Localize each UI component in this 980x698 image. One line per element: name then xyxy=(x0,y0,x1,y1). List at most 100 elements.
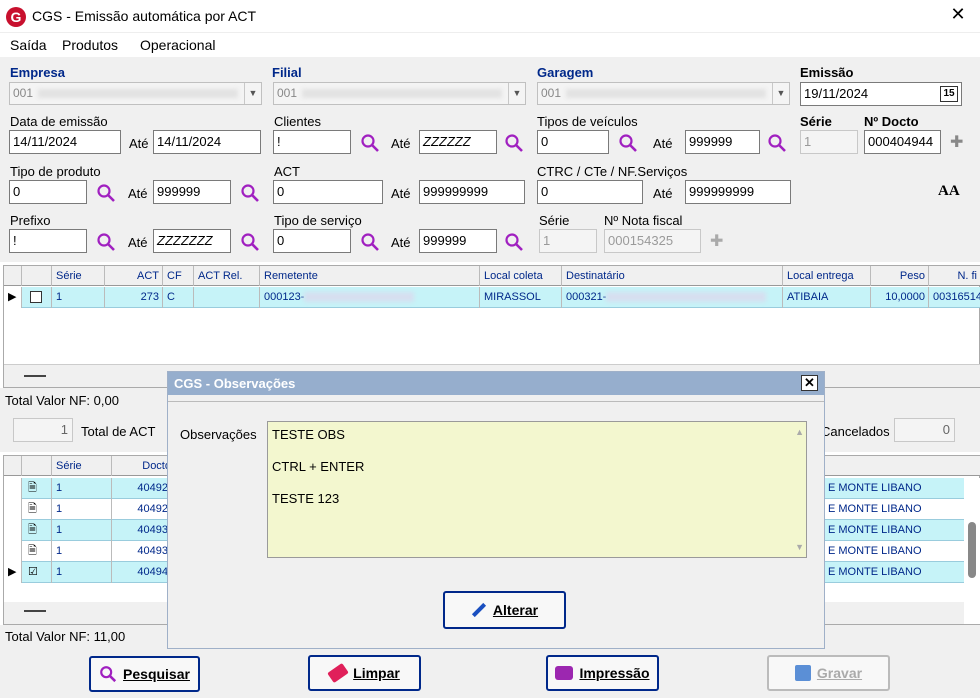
close-icon[interactable]: ✕ xyxy=(946,4,970,25)
row-indicator xyxy=(4,541,22,562)
vertical-scrollbar[interactable] xyxy=(964,478,980,624)
garagem-select[interactable]: 001 ▼ xyxy=(537,82,790,105)
prefixo-from-input[interactable]: ! xyxy=(9,229,87,253)
plus-icon[interactable]: ✚ xyxy=(950,132,963,152)
ctrc-to-input[interactable]: 999999999 xyxy=(685,180,791,204)
serie-input[interactable]: 1 xyxy=(800,130,858,154)
minus-icon[interactable] xyxy=(24,375,46,377)
cell-act-rel xyxy=(194,287,260,308)
col-remetente[interactable]: Remetente xyxy=(260,266,480,286)
col-local-entrega[interactable]: Local entrega xyxy=(783,266,871,286)
grid-col-check[interactable] xyxy=(22,266,52,286)
alterar-button[interactable]: Alterar xyxy=(443,591,566,629)
app-logo-icon: G xyxy=(6,7,26,27)
prefixo-to-input[interactable]: ZZZZZZZ xyxy=(153,229,231,253)
document-check-icon[interactable]: 🗎 xyxy=(22,520,52,541)
search-produto-from-icon[interactable] xyxy=(96,183,116,203)
clientes-to-input[interactable]: ZZZZZZ xyxy=(419,130,497,154)
col-cf[interactable]: CF xyxy=(163,266,194,286)
checked-checkbox-icon[interactable]: ☑ xyxy=(22,562,52,583)
act-to-input[interactable]: 999999999 xyxy=(419,180,525,204)
calendar-icon[interactable]: 15 xyxy=(940,86,958,102)
filial-select[interactable]: 001 ▼ xyxy=(273,82,526,105)
ate-label: Até xyxy=(653,186,673,201)
cell-local: E MONTE LIBANO xyxy=(828,524,922,536)
cell-serie: 1 xyxy=(52,562,112,583)
chevron-down-icon[interactable]: ▼ xyxy=(508,83,525,104)
document-check-icon[interactable]: 🗎 xyxy=(22,499,52,520)
dialog-close-icon[interactable]: ✕ xyxy=(801,375,818,391)
grid-col-indicator xyxy=(4,456,22,476)
search-prefixo-to-icon[interactable] xyxy=(240,232,260,252)
col-serie[interactable]: Série xyxy=(52,456,112,476)
data-emissao-from-input[interactable]: 14/11/2024 xyxy=(9,130,121,154)
col-docto[interactable]: Docto xyxy=(112,456,172,476)
empresa-select[interactable]: 001 ▼ xyxy=(9,82,262,105)
menu-produtos[interactable]: Produtos xyxy=(62,37,118,53)
serie-label: Série xyxy=(800,114,832,129)
impressao-button[interactable]: Impressão xyxy=(546,655,659,691)
col-act-rel[interactable]: ACT Rel. xyxy=(194,266,260,286)
scroll-down-icon[interactable]: ▼ xyxy=(795,542,804,552)
table-row[interactable]: ▶ 1 273 C 000123- MIRASSOL 000321- ATIBA… xyxy=(4,287,980,308)
col-act[interactable]: ACT xyxy=(105,266,163,286)
tipo-produto-from-input[interactable]: 0 xyxy=(9,180,87,204)
n-docto-input[interactable]: 000404944 xyxy=(864,130,941,154)
document-check-icon[interactable]: 🗎 xyxy=(22,541,52,562)
row-indicator xyxy=(4,478,22,499)
checkbox-icon[interactable] xyxy=(30,291,42,304)
act-from-input[interactable]: 0 xyxy=(273,180,383,204)
col-destinatario[interactable]: Destinatário xyxy=(562,266,783,286)
destinatario-name-blurred xyxy=(606,292,767,303)
tipos-veiculos-from-input[interactable]: 0 xyxy=(537,130,609,154)
chevron-down-icon[interactable]: ▼ xyxy=(244,83,261,104)
pesquisar-button[interactable]: Pesquisar xyxy=(89,656,200,692)
impressao-label: Impressão xyxy=(579,665,650,681)
search-servico-from-icon[interactable] xyxy=(360,232,380,252)
pencil-icon xyxy=(471,602,486,618)
act-grid[interactable]: Série ACT CF ACT Rel. Remetente Local co… xyxy=(3,265,980,388)
col-nf[interactable]: N. fi xyxy=(929,266,980,286)
garagem-value: 001 xyxy=(541,86,562,100)
emissao-date-input[interactable]: 19/11/2024 15 xyxy=(800,82,962,106)
gravar-button[interactable]: Gravar xyxy=(767,655,890,691)
tipos-veiculos-to-input[interactable]: 999999 xyxy=(685,130,760,154)
row-checkbox[interactable] xyxy=(22,287,52,308)
col-local-coleta[interactable]: Local coleta xyxy=(480,266,562,286)
tipo-produto-to-input[interactable]: 999999 xyxy=(153,180,231,204)
ctrc-from-input[interactable]: 0 xyxy=(537,180,643,204)
font-size-icon[interactable]: AA xyxy=(938,183,960,200)
search-prefixo-from-icon[interactable] xyxy=(96,232,116,252)
total-act-input[interactable]: 1 xyxy=(13,418,73,442)
limpar-button[interactable]: Limpar xyxy=(308,655,421,691)
ate-label: Até xyxy=(391,235,411,250)
scrollbar-thumb[interactable] xyxy=(968,522,976,578)
observacoes-textarea[interactable]: TESTE OBS CTRL + ENTER TESTE 123 ▲ ▼ xyxy=(267,421,807,558)
col-peso[interactable]: Peso xyxy=(871,266,929,286)
search-produto-to-icon[interactable] xyxy=(240,183,260,203)
serie2-input[interactable]: 1 xyxy=(539,229,597,253)
minus-icon[interactable] xyxy=(24,610,46,612)
menu-operacional[interactable]: Operacional xyxy=(140,37,216,53)
grid-col-icon xyxy=(22,456,52,476)
search-clientes-from-icon[interactable] xyxy=(360,133,380,153)
data-emissao-to-input[interactable]: 14/11/2024 xyxy=(153,130,261,154)
search-clientes-to-icon[interactable] xyxy=(504,133,524,153)
nota-fiscal-input[interactable]: 000154325 xyxy=(604,229,701,253)
cell-serie: 1 xyxy=(52,499,112,520)
scroll-up-icon[interactable]: ▲ xyxy=(795,427,804,437)
tipo-servico-from-input[interactable]: 0 xyxy=(273,229,351,253)
search-veiculos-from-icon[interactable] xyxy=(618,133,638,153)
tipo-servico-to-input[interactable]: 999999 xyxy=(419,229,497,253)
menu-saida[interactable]: Saída xyxy=(10,37,47,53)
plus-icon[interactable]: ✚ xyxy=(710,231,723,251)
serie2-label: Série xyxy=(539,213,570,228)
chevron-down-icon[interactable]: ▼ xyxy=(772,83,789,104)
search-veiculos-to-icon[interactable] xyxy=(767,133,787,153)
document-check-icon[interactable]: 🗎 xyxy=(22,478,52,499)
clientes-from-input[interactable]: ! xyxy=(273,130,351,154)
col-serie[interactable]: Série xyxy=(52,266,105,286)
cancelados-input[interactable]: 0 xyxy=(894,418,955,442)
search-servico-to-icon[interactable] xyxy=(504,232,524,252)
obs-line-3: TESTE 123 xyxy=(272,491,340,506)
